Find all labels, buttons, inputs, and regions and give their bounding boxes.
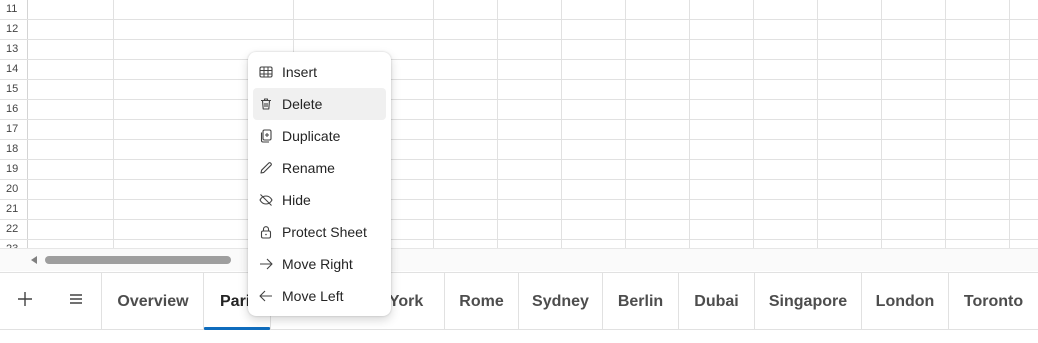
grid-row[interactable]: 21 xyxy=(0,200,1038,220)
sheet-tab-berlin[interactable]: Berlin xyxy=(603,273,679,330)
sheet-tab-label: Toronto xyxy=(963,292,1024,310)
menu-item-move-left[interactable]: Move Left xyxy=(253,280,386,312)
lock-icon xyxy=(259,225,273,239)
pencil-icon xyxy=(259,161,273,175)
sheet-tab-label: Sydney xyxy=(532,292,589,310)
plus-icon xyxy=(17,291,33,312)
menu-item-label: Move Right xyxy=(282,256,353,272)
grid-row[interactable]: 19 xyxy=(0,160,1038,180)
row-header[interactable]: 12 xyxy=(0,20,28,39)
sheet-tab-label: Dubai xyxy=(694,292,739,310)
spreadsheet-grid[interactable]: 11 12 13 14 15 16 17 18 19 20 21 22 23 xyxy=(0,0,1038,248)
grid-row[interactable]: 11 xyxy=(0,0,1038,20)
grid-row[interactable]: 17 xyxy=(0,120,1038,140)
menu-item-insert[interactable]: Insert xyxy=(253,56,386,88)
menu-item-label: Rename xyxy=(282,160,335,176)
grid-row[interactable]: 20 xyxy=(0,180,1038,200)
row-header[interactable]: 22 xyxy=(0,220,28,239)
row-header[interactable]: 20 xyxy=(0,180,28,199)
menu-item-label: Hide xyxy=(282,192,311,208)
menu-item-label: Protect Sheet xyxy=(282,224,367,240)
row-header[interactable]: 16 xyxy=(0,100,28,119)
sheet-tab-label: Berlin xyxy=(617,292,664,310)
grid-row[interactable]: 15 xyxy=(0,80,1038,100)
sheet-tab-singapore[interactable]: Singapore xyxy=(755,273,862,330)
hamburger-menu-icon xyxy=(68,292,84,311)
sheet-tab-rome[interactable]: Rome xyxy=(445,273,519,330)
scrollbar-thumb[interactable] xyxy=(45,256,231,264)
row-header[interactable]: 18 xyxy=(0,140,28,159)
row-header[interactable]: 13 xyxy=(0,40,28,59)
arrow-left-icon xyxy=(259,289,273,303)
sheet-tab-label: Singapore xyxy=(768,292,848,310)
duplicate-icon xyxy=(259,129,273,143)
menu-item-label: Delete xyxy=(282,96,323,112)
row-header[interactable]: 19 xyxy=(0,160,28,179)
row-header[interactable]: 15 xyxy=(0,80,28,99)
sheet-tab-toronto[interactable]: Toronto xyxy=(949,273,1038,330)
sheet-tab-dubai[interactable]: Dubai xyxy=(679,273,755,330)
row-header[interactable]: 21 xyxy=(0,200,28,219)
menu-item-delete[interactable]: Delete xyxy=(253,88,386,120)
menu-item-rename[interactable]: Rename xyxy=(253,152,386,184)
all-sheets-button[interactable] xyxy=(50,273,102,330)
sheet-tab-sydney[interactable]: Sydney xyxy=(519,273,603,330)
horizontal-scrollbar[interactable] xyxy=(0,248,1038,271)
row-header[interactable]: 14 xyxy=(0,60,28,79)
menu-item-protect-sheet[interactable]: Protect Sheet xyxy=(253,216,386,248)
arrow-right-icon xyxy=(259,257,273,271)
grid-row[interactable]: 16 xyxy=(0,100,1038,120)
grid-row[interactable]: 14 xyxy=(0,60,1038,80)
sheet-tab-london[interactable]: London xyxy=(862,273,949,330)
trash-icon xyxy=(259,97,273,111)
scroll-left-arrow-icon[interactable] xyxy=(31,256,37,264)
sheet-tab-label: Rome xyxy=(459,292,504,310)
row-header[interactable]: 11 xyxy=(0,0,28,19)
sheet-tab-label: London xyxy=(875,292,935,310)
grid-row[interactable]: 23 xyxy=(0,240,1038,248)
menu-item-hide[interactable]: Hide xyxy=(253,184,386,216)
grid-row[interactable]: 12 xyxy=(0,20,1038,40)
grid-row[interactable]: 22 xyxy=(0,220,1038,240)
sheet-tab-bar: Overview Paris New York Rome Sydney Berl… xyxy=(0,272,1038,330)
row-header[interactable]: 17 xyxy=(0,120,28,139)
menu-item-label: Duplicate xyxy=(282,128,341,144)
menu-item-move-right[interactable]: Move Right xyxy=(253,248,386,280)
sheet-tab-label: Overview xyxy=(117,292,189,310)
sheet-context-menu: Insert Delete Duplicate Rename Hide Prot… xyxy=(248,52,391,316)
table-insert-icon xyxy=(259,65,273,79)
grid-row[interactable]: 13 xyxy=(0,40,1038,60)
eye-off-icon xyxy=(259,193,273,207)
sheet-tab-overview[interactable]: Overview xyxy=(103,273,204,330)
add-sheet-button[interactable] xyxy=(0,273,50,330)
menu-item-label: Insert xyxy=(282,64,318,80)
menu-item-duplicate[interactable]: Duplicate xyxy=(253,120,386,152)
menu-item-label: Move Left xyxy=(282,288,344,304)
grid-row[interactable]: 18 xyxy=(0,140,1038,160)
row-header[interactable]: 23 xyxy=(0,240,28,248)
